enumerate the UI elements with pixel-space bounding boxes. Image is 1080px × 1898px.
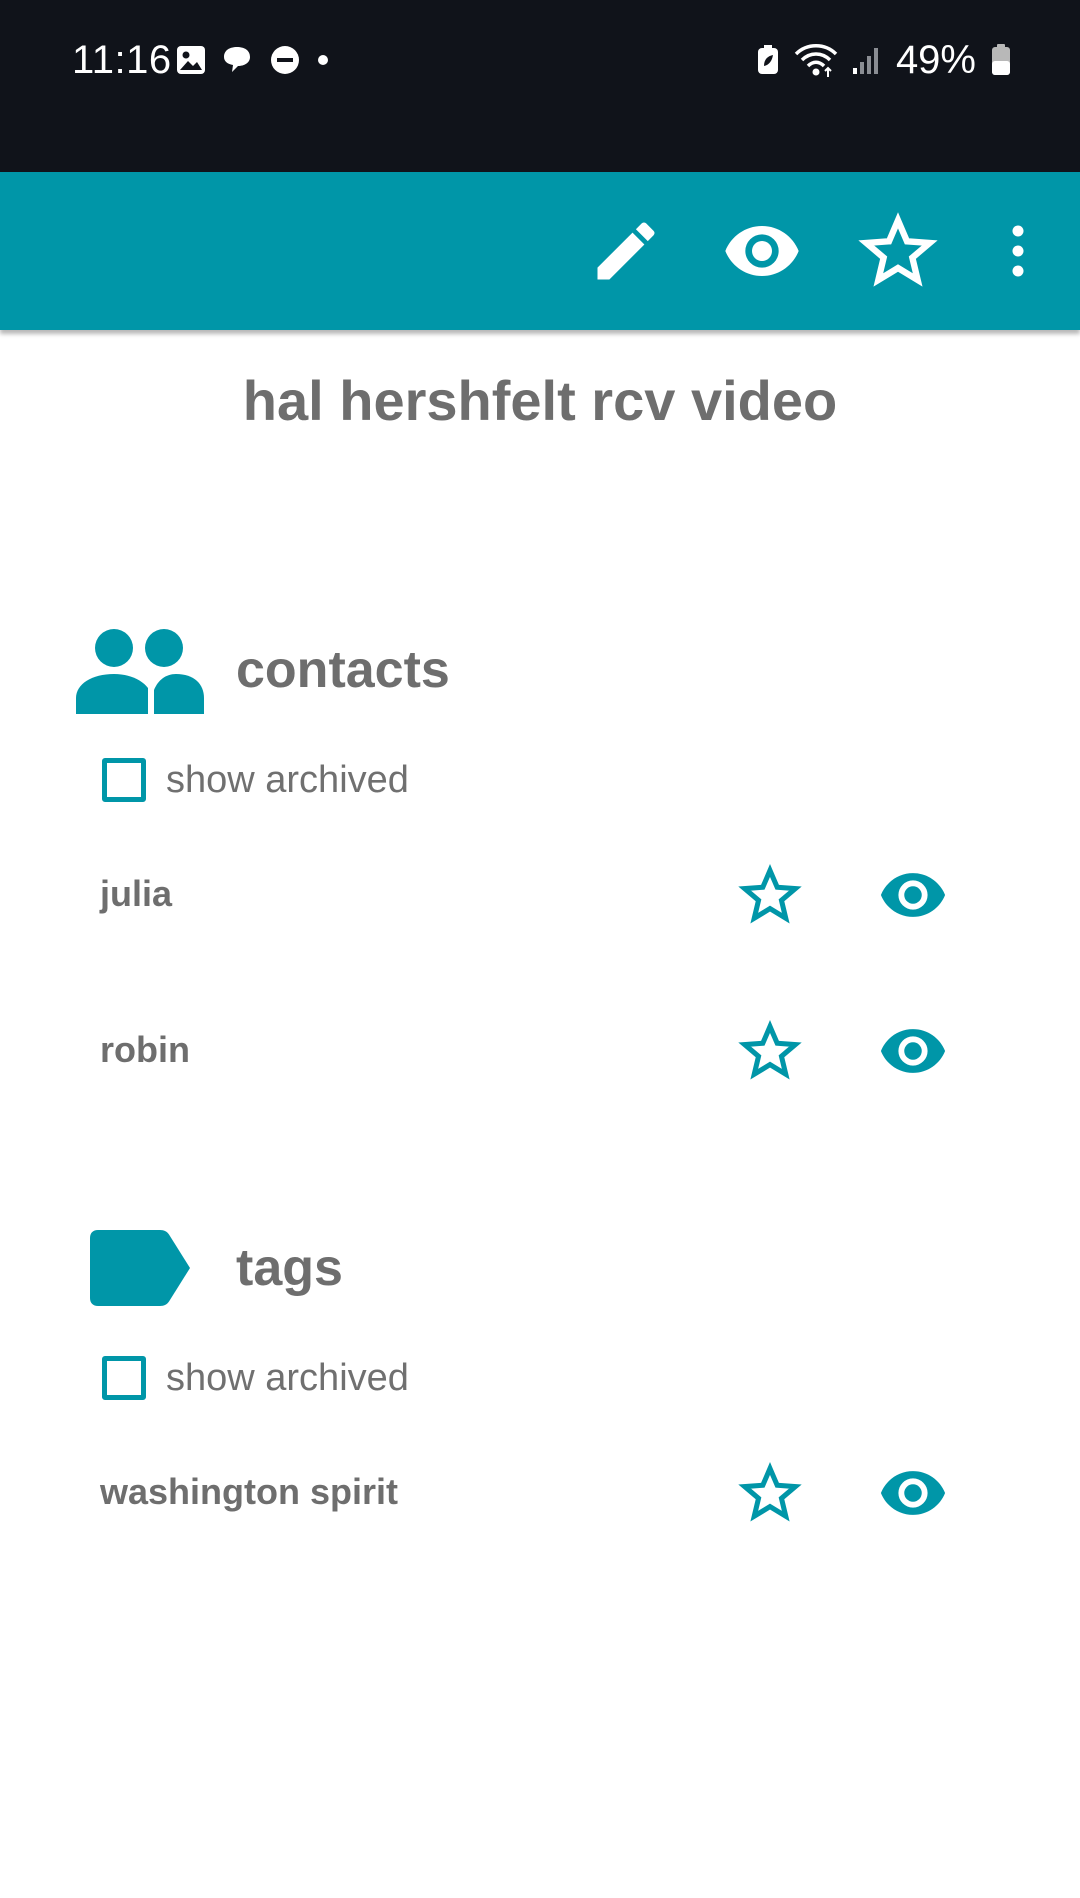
contact-name[interactable]: robin bbox=[100, 1029, 190, 1071]
people-icon bbox=[76, 629, 204, 714]
view-button[interactable] bbox=[878, 1461, 948, 1525]
app-bar bbox=[0, 172, 1080, 330]
battery-saver-icon bbox=[757, 45, 778, 74]
star-outline-icon bbox=[738, 1020, 802, 1080]
favorite-button[interactable] bbox=[858, 211, 938, 291]
favorite-button[interactable] bbox=[738, 1019, 802, 1083]
tag-item-washington-spirit[interactable]: washington spirit bbox=[0, 1461, 1080, 1541]
eye-icon bbox=[725, 226, 799, 276]
edit-button[interactable] bbox=[586, 211, 666, 291]
tags-show-archived-row[interactable]: show archived bbox=[102, 1356, 409, 1400]
star-outline-icon bbox=[738, 864, 802, 924]
eye-icon bbox=[880, 1471, 946, 1515]
more-options-button[interactable] bbox=[978, 211, 1058, 291]
system-icons: 49% bbox=[756, 38, 1012, 82]
label-icon bbox=[90, 1230, 190, 1306]
battery-icon bbox=[992, 44, 1010, 75]
dot-icon bbox=[318, 55, 328, 65]
view-button[interactable] bbox=[878, 863, 948, 927]
notification-icons bbox=[175, 44, 331, 76]
contacts-show-archived-row[interactable]: show archived bbox=[102, 758, 409, 802]
more-vert-icon bbox=[1012, 225, 1024, 277]
contacts-show-archived-label: show archived bbox=[166, 758, 409, 801]
contacts-section-header: contacts bbox=[72, 626, 450, 714]
view-button[interactable] bbox=[722, 211, 802, 291]
status-bar: 11:16 49% bbox=[0, 0, 1080, 172]
star-outline-icon bbox=[858, 212, 938, 287]
status-time: 11:16 bbox=[72, 38, 172, 82]
view-button[interactable] bbox=[878, 1019, 948, 1083]
tags-show-archived-label: show archived bbox=[166, 1356, 409, 1399]
dnd-icon bbox=[271, 46, 299, 74]
page-title: hal hershfelt rcv video bbox=[242, 369, 838, 432]
star-outline-icon bbox=[738, 1462, 802, 1522]
wifi-icon bbox=[794, 44, 838, 77]
favorite-button[interactable] bbox=[738, 863, 802, 927]
tags-section-title: tags bbox=[236, 1239, 343, 1297]
tag-name[interactable]: washington spirit bbox=[100, 1471, 398, 1513]
edit-icon bbox=[597, 222, 655, 280]
tags-section-header: tags bbox=[72, 1228, 343, 1308]
contact-name[interactable]: julia bbox=[100, 873, 172, 915]
contact-item-robin[interactable]: robin bbox=[0, 1019, 1080, 1099]
contacts-section-title: contacts bbox=[236, 641, 450, 699]
gallery-icon bbox=[177, 46, 205, 74]
contacts-show-archived-checkbox[interactable] bbox=[102, 758, 146, 802]
contact-item-julia[interactable]: julia bbox=[0, 863, 1080, 943]
battery-percentage: 49% bbox=[895, 38, 976, 82]
eye-icon bbox=[880, 1029, 946, 1073]
signal-icon bbox=[852, 48, 878, 74]
eye-icon bbox=[880, 873, 946, 917]
favorite-button[interactable] bbox=[738, 1461, 802, 1525]
chat-icon bbox=[224, 47, 250, 72]
tags-show-archived-checkbox[interactable] bbox=[102, 1356, 146, 1400]
